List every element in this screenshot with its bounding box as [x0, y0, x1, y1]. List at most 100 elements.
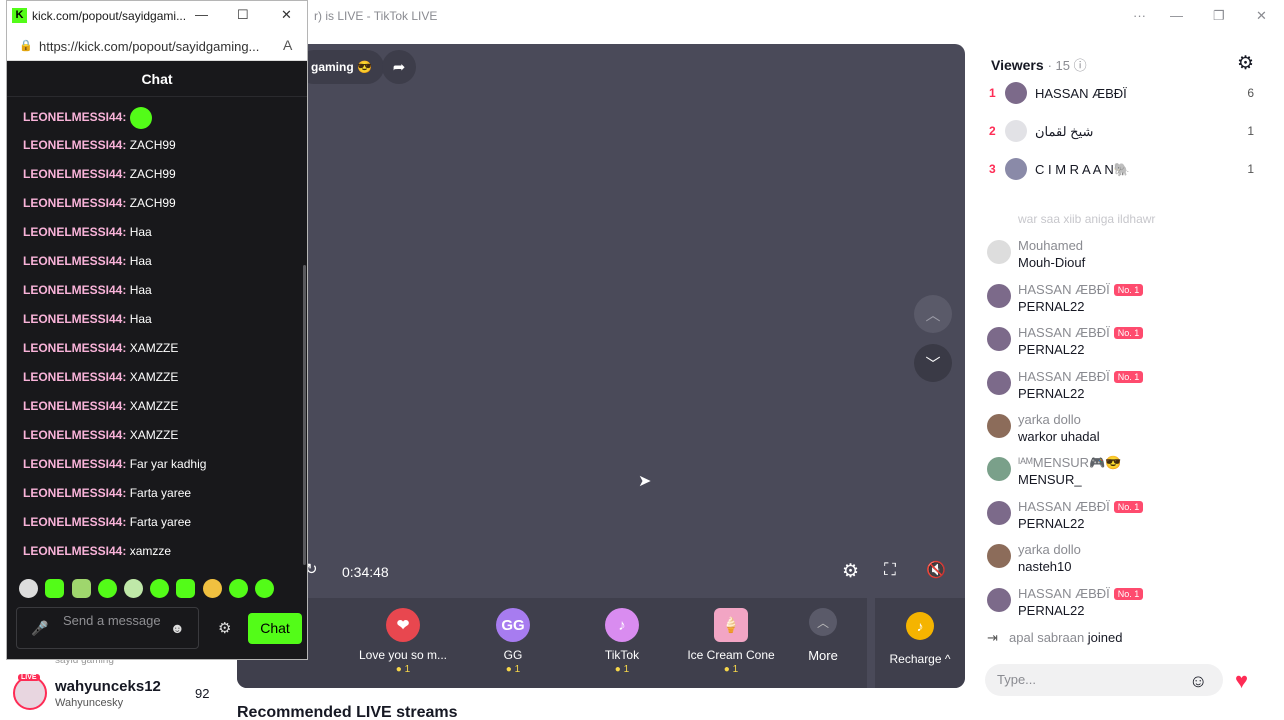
- emote-icon[interactable]: [45, 579, 64, 598]
- avatar: [1005, 158, 1027, 180]
- avatar: [1005, 120, 1027, 142]
- kick-chat-line: LEONELMESSI44: XAMZZE: [23, 370, 179, 384]
- emote-icon[interactable]: [229, 579, 248, 598]
- live-video-player[interactable]: gaming 😎 ➦ ︿ ﹀ ↻ 0:34:48 ⚙ ⛶ 🔇 ● 1 ❤ Lov…: [237, 44, 965, 688]
- kick-chat-line: LEONELMESSI44: ZACH99: [23, 167, 176, 181]
- tiktok-gift-icon: ♪: [605, 608, 639, 642]
- close-icon[interactable]: ✕: [281, 7, 292, 23]
- mute-icon[interactable]: 🔇: [926, 560, 946, 580]
- sidebar-user-name: wahyunceks12: [55, 678, 161, 695]
- recommended-title: Recommended LIVE streams: [237, 704, 458, 720]
- emote-icon[interactable]: [19, 579, 38, 598]
- sidebar-viewer-count: 92: [195, 686, 210, 701]
- viewers-count: 15: [1055, 58, 1070, 73]
- emote-icon[interactable]: [98, 579, 117, 598]
- avatar: [987, 457, 1011, 481]
- kick-chat-line: LEONELMESSI44: Haa: [23, 225, 152, 239]
- kick-chat-line: LEONELMESSI44: Haa: [23, 283, 152, 297]
- emote-icon[interactable]: [255, 579, 274, 598]
- kick-chat-line: LEONELMESSI44:: [23, 107, 153, 136]
- lock-icon: 🔒: [19, 40, 33, 52]
- mouse-cursor-icon: ➤: [638, 473, 652, 490]
- chat-input[interactable]: Type...: [985, 664, 1223, 696]
- heart-icon[interactable]: ♥: [1235, 668, 1248, 694]
- rank-badge: No. 1: [1113, 284, 1144, 296]
- kick-chat-line: LEONELMESSI44: XAMZZE: [23, 428, 179, 442]
- emote-icon[interactable]: [176, 579, 195, 598]
- fullscreen-icon[interactable]: ⛶: [884, 560, 896, 580]
- more-options-icon[interactable]: ···: [1133, 8, 1146, 23]
- emote-icon[interactable]: [124, 579, 143, 598]
- joined-notice: ⇥ apal sabraan joined: [987, 630, 1123, 645]
- gift-name: TikTok: [604, 648, 640, 662]
- gift-item[interactable]: ♪ TikTok ● 1: [570, 608, 674, 675]
- previous-stream-button[interactable]: ︿: [914, 295, 952, 333]
- host-label: gaming 😎: [311, 60, 372, 74]
- viewer-row[interactable]: 3 C I M R A A N🐘 1: [989, 158, 1264, 184]
- gift-name: Ice Cream Cone: [687, 648, 775, 662]
- kick-chat-line: LEONELMESSI44: XAMZZE: [23, 399, 179, 413]
- kick-url-bar[interactable]: 🔒 https://kick.com/popout/sayidgaming...…: [7, 31, 307, 61]
- next-stream-button[interactable]: ﹀: [914, 344, 952, 382]
- kick-popout-window: K kick.com/popout/sayidgami... — ☐ ✕ 🔒 h…: [6, 0, 308, 660]
- viewer-row[interactable]: 2 شيخ لقمان 1: [989, 120, 1264, 146]
- emote-icon[interactable]: [150, 579, 169, 598]
- coin-icon: ♪: [906, 612, 934, 640]
- read-aloud-icon[interactable]: A: [283, 37, 292, 53]
- kick-send-button[interactable]: Chat: [248, 613, 302, 644]
- heart-gift-icon: ❤: [386, 608, 420, 642]
- more-gifts-button[interactable]: ︿ More: [803, 608, 843, 663]
- avatar: [987, 327, 1011, 351]
- gear-icon[interactable]: ⚙: [218, 619, 231, 637]
- tiktok-window-title: r) is LIVE - TikTok LIVE: [314, 9, 438, 23]
- avatar: [987, 284, 1011, 308]
- emote-icon[interactable]: [72, 579, 91, 598]
- gift-price: ● 1: [395, 664, 411, 675]
- chevron-up-icon: ︿: [809, 608, 837, 636]
- kick-chat-line: LEONELMESSI44: XAMZZE: [23, 341, 179, 355]
- emoji-icon[interactable]: ☺: [1189, 671, 1207, 692]
- recharge-button[interactable]: ♪ Recharge ^: [875, 598, 965, 688]
- minimize-icon[interactable]: —: [1170, 8, 1183, 23]
- gift-price: ● 1: [505, 664, 521, 675]
- gift-price: ● 1: [723, 664, 739, 675]
- gift-item[interactable]: ❤ Love you so m... ● 1: [351, 608, 455, 675]
- host-pill[interactable]: gaming 😎: [297, 50, 384, 84]
- recharge-label: Recharge ^: [889, 652, 951, 666]
- maximize-icon[interactable]: ☐: [237, 7, 249, 23]
- kick-chat-line: LEONELMESSI44: Farta yaree: [23, 486, 192, 500]
- kick-chat-line: LEONELMESSI44: ZACH99: [23, 138, 176, 152]
- stream-time: 0:34:48: [342, 564, 389, 580]
- rank-badge: No. 1: [1113, 501, 1144, 513]
- gift-price: ● 1: [614, 664, 630, 675]
- share-icon[interactable]: ➦: [382, 50, 416, 84]
- avatar: [13, 676, 47, 710]
- gg-gift-icon: GG: [496, 608, 530, 642]
- more-label: More: [808, 648, 838, 663]
- kick-message-input[interactable]: 🎤 Send a message ☻: [16, 607, 199, 649]
- viewers-panel: Viewers · 15 ⓘ ⚙ 1 HASSAN ÆBĐÏ 6 2 شيخ ل…: [977, 44, 1274, 716]
- kick-logo-icon: K: [12, 8, 27, 23]
- settings-icon[interactable]: ⚙: [842, 560, 859, 583]
- live-badge: LIVE: [18, 674, 40, 681]
- avatar: [987, 501, 1011, 525]
- gift-item[interactable]: GG GG ● 1: [461, 608, 565, 675]
- gear-icon[interactable]: ⚙: [1237, 52, 1254, 75]
- emoji-icon[interactable]: ☻: [170, 620, 185, 636]
- restore-icon[interactable]: ❐: [1213, 8, 1225, 24]
- emote-icon[interactable]: [203, 579, 222, 598]
- sidebar-live-user[interactable]: LIVE wahyunceks12 Wahyuncesky 92: [13, 674, 233, 712]
- kick-chat-line: LEONELMESSI44: Haa: [23, 254, 152, 268]
- sidebar-user-handle: Wahyuncesky: [55, 697, 124, 709]
- kick-scrollbar[interactable]: [303, 265, 306, 565]
- close-icon[interactable]: ✕: [1256, 8, 1267, 24]
- microphone-icon[interactable]: 🎤: [31, 620, 48, 637]
- rank-badge: No. 1: [1113, 327, 1144, 339]
- viewer-row[interactable]: 1 HASSAN ÆBĐÏ 6: [989, 82, 1264, 108]
- kick-input-placeholder: Send a message: [63, 613, 161, 628]
- minimize-icon[interactable]: —: [195, 7, 208, 22]
- gift-item[interactable]: 🍦 Ice Cream Cone ● 1: [679, 608, 783, 675]
- gift-name: GG: [503, 648, 523, 662]
- avatar: [987, 371, 1011, 395]
- avatar: [987, 544, 1011, 568]
